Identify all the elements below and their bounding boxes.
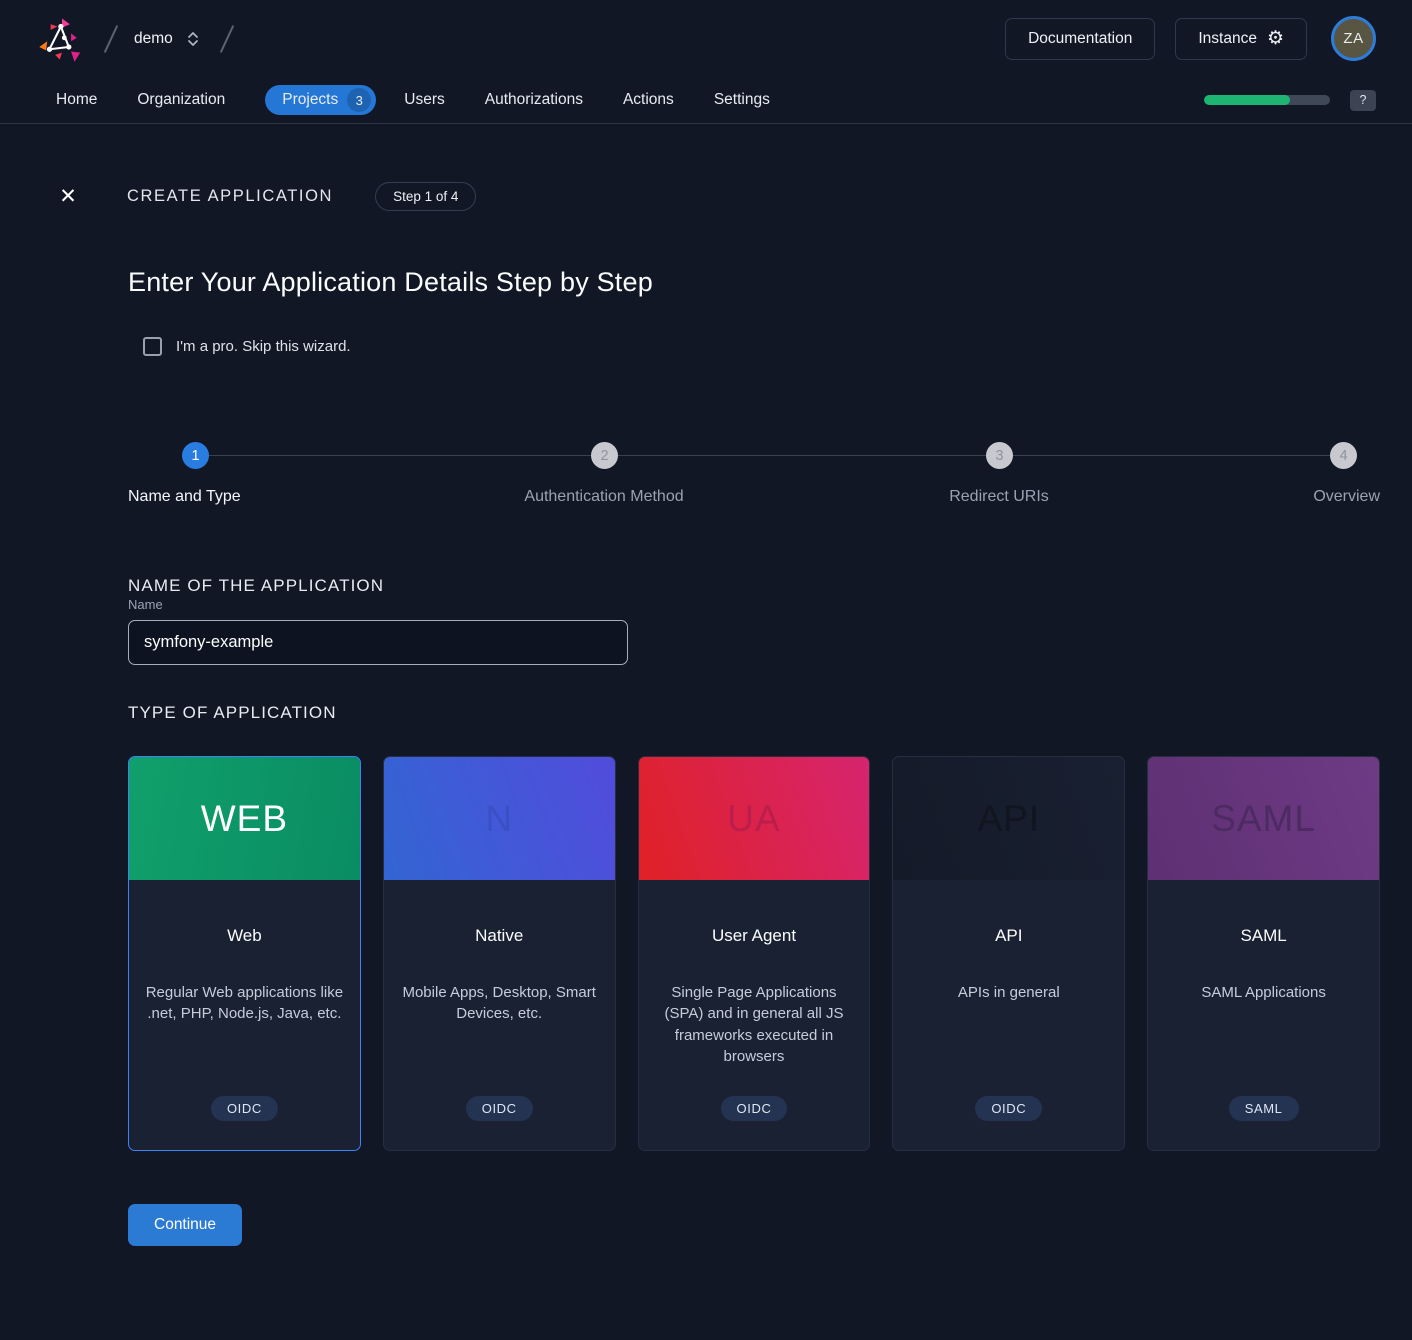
avatar-initials: ZA [1343,30,1363,47]
user-agent-card-protocol-badge: OIDC [721,1096,788,1121]
nav-item-users[interactable]: Users [404,85,444,115]
nav-item-label: Users [404,91,444,109]
saml-card-protocol-badge: SAML [1229,1096,1299,1121]
continue-button[interactable]: Continue [128,1204,242,1246]
stepper-connector-line [195,455,1343,456]
web-card-protocol-badge: OIDC [211,1096,278,1121]
step-label-redirect-uris: Redirect URIs [949,488,1049,506]
breadcrumb-divider [220,24,234,52]
api-card-banner: API [893,757,1124,880]
app-type-card-saml[interactable]: SAML SAML SAML Applications SAML [1147,756,1380,1151]
app-type-card-user-agent[interactable]: UA User Agent Single Page Applications (… [638,756,871,1151]
wizard-content: Enter Your Application Details Step by S… [56,267,1380,1246]
nav-item-label: Settings [714,91,770,109]
web-card-title: Web [227,926,262,946]
saml-card-banner: SAML [1148,757,1379,880]
instance-button[interactable]: Instance ⚙ [1175,18,1307,60]
application-name-input[interactable] [128,620,628,665]
breadcrumb-org-name[interactable]: demo [134,30,173,48]
nav-item-label: Authorizations [485,91,583,109]
wizard-header-row: ✕ CREATE APPLICATION Step 1 of 4 [56,182,1380,211]
main-nav: Home Organization Projects 3 Users Autho… [0,77,1412,124]
native-card-banner: N [384,757,615,880]
nav-item-organization[interactable]: Organization [137,85,225,115]
native-card-description: Mobile Apps, Desktop, Smart Devices, etc… [398,982,600,1025]
nav-right-group: ? [1204,90,1376,111]
nav-item-authorizations[interactable]: Authorizations [485,85,583,115]
user-agent-card-description: Single Page Applications (SPA) and in ge… [653,982,855,1067]
step-indicator-chip: Step 1 of 4 [375,182,476,211]
nav-item-settings[interactable]: Settings [714,85,770,115]
instance-button-label: Instance [1198,30,1257,48]
help-button[interactable]: ? [1350,90,1376,111]
projects-count-badge: 3 [347,88,371,112]
api-card-protocol-badge: OIDC [975,1096,1042,1121]
step-label-authentication-method: Authentication Method [524,488,683,506]
help-button-label: ? [1360,93,1367,107]
api-card-title: API [995,926,1022,946]
native-card-protocol-badge: OIDC [466,1096,533,1121]
name-section-title: NAME OF THE APPLICATION [128,576,1380,596]
zitadel-logo-icon[interactable] [36,13,88,65]
name-field-label: Name [128,597,163,612]
usage-progress-bar [1204,95,1330,105]
nav-item-projects[interactable]: Projects 3 [265,85,376,115]
api-card-body: API APIs in general OIDC [893,880,1124,1150]
gear-icon: ⚙ [1267,29,1284,48]
user-agent-card-title: User Agent [712,926,796,946]
user-agent-card-banner: UA [639,757,870,880]
web-card-description: Regular Web applications like .net, PHP,… [143,982,345,1025]
nav-item-label: Organization [137,91,225,109]
create-application-page: ✕ CREATE APPLICATION Step 1 of 4 Enter Y… [0,182,1412,1246]
web-card-banner: WEB [129,757,360,880]
nav-item-home[interactable]: Home [56,85,97,115]
top-bar: demo Documentation Instance ⚙ ZA [0,0,1412,77]
wizard-stepper: 1 2 3 4 Name and Type Authentication Met… [128,442,1380,512]
saml-card-description: SAML Applications [1201,982,1326,1003]
user-agent-card-body: User Agent Single Page Applications (SPA… [639,880,870,1150]
step-label-name-and-type: Name and Type [128,488,241,506]
step-circle-2[interactable]: 2 [591,442,618,469]
documentation-button-label: Documentation [1028,30,1132,48]
app-type-card-api[interactable]: API API APIs in general OIDC [892,756,1125,1151]
step-circle-3[interactable]: 3 [986,442,1013,469]
nav-item-label: Projects [282,91,338,109]
step-circle-4[interactable]: 4 [1330,442,1357,469]
org-switcher-unfold-icon[interactable] [186,29,200,49]
close-icon[interactable]: ✕ [56,186,80,207]
app-type-card-web[interactable]: WEB Web Regular Web applications like .n… [128,756,361,1151]
nav-item-actions[interactable]: Actions [623,85,674,115]
app-type-cards: WEB Web Regular Web applications like .n… [128,756,1380,1151]
step-circle-1[interactable]: 1 [182,442,209,469]
saml-card-title: SAML [1240,926,1286,946]
usage-progress-fill [1204,95,1290,105]
breadcrumb-divider [104,24,118,52]
documentation-button[interactable]: Documentation [1005,18,1155,60]
page-title: Enter Your Application Details Step by S… [128,267,1380,298]
api-card-description: APIs in general [958,982,1060,1003]
native-card-body: Native Mobile Apps, Desktop, Smart Devic… [384,880,615,1150]
type-section-title: TYPE OF APPLICATION [128,703,1380,723]
app-type-card-native[interactable]: N Native Mobile Apps, Desktop, Smart Dev… [383,756,616,1151]
skip-wizard-row: I'm a pro. Skip this wizard. [143,337,1380,356]
wizard-header-title: CREATE APPLICATION [127,187,333,206]
nav-item-label: Home [56,91,97,109]
avatar[interactable]: ZA [1331,16,1376,61]
saml-card-body: SAML SAML Applications SAML [1148,880,1379,1150]
skip-wizard-checkbox[interactable] [143,337,162,356]
step-label-overview: Overview [1313,488,1380,506]
web-card-body: Web Regular Web applications like .net, … [129,880,360,1150]
nav-item-label: Actions [623,91,674,109]
native-card-title: Native [475,926,523,946]
skip-wizard-label: I'm a pro. Skip this wizard. [176,338,351,355]
